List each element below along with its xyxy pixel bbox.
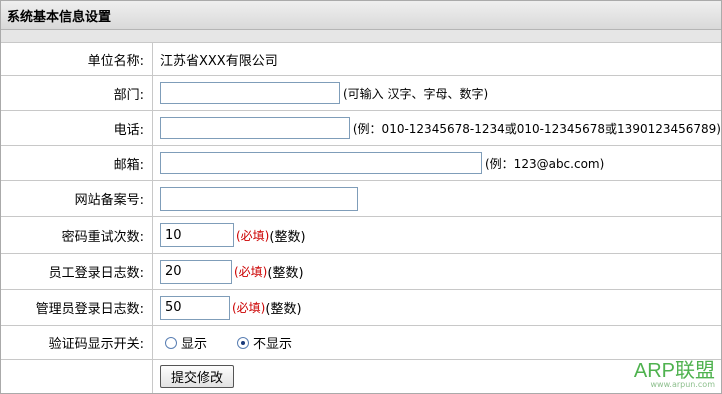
admin-log-type: (整数) — [265, 302, 302, 317]
captcha-label: 验证码显示开关: — [48, 337, 144, 352]
phone-input[interactable] — [160, 117, 350, 139]
admin-log-input[interactable] — [160, 295, 230, 320]
page-title: 系统基本信息设置 — [7, 10, 112, 25]
company-label: 单位名称: — [87, 53, 144, 69]
pwd-retry-row: 密码重试次数: (必填) (整数) — [1, 217, 721, 254]
header-divider — [1, 30, 721, 43]
captcha-row: 验证码显示开关: 显示 不显示 — [1, 326, 721, 360]
pwd-retry-input[interactable] — [160, 223, 234, 247]
dept-row: 部门: (可输入 汉字、字母、数字) — [1, 76, 721, 111]
captcha-show-radio[interactable]: 显示 — [165, 333, 207, 352]
submit-row: 提交修改 — [1, 360, 721, 393]
emp-log-type: (整数) — [267, 266, 304, 281]
panel-header: 系统基本信息设置 — [1, 1, 721, 30]
icp-row: 网站备案号: — [1, 181, 721, 217]
admin-log-label: 管理员登录日志数: — [35, 302, 144, 317]
captcha-hide-label: 不显示 — [253, 337, 293, 352]
emp-log-label: 员工登录日志数: — [48, 266, 144, 281]
dept-input[interactable] — [160, 82, 340, 104]
dept-hint: (可输入 汉字、字母、数字) — [343, 86, 489, 101]
admin-log-required: (必填) — [232, 301, 266, 315]
dept-label: 部门: — [113, 87, 144, 103]
emp-log-required: (必填) — [234, 265, 268, 279]
captcha-hide-radio[interactable]: 不显示 — [237, 333, 292, 352]
icp-input[interactable] — [160, 186, 358, 211]
watermark-logo: ARP联盟 — [633, 360, 715, 382]
email-hint: (例：123@abc.com) — [485, 156, 605, 171]
settings-panel: 系统基本信息设置 单位名称: 江苏省XXX有限公司 部门: (可输入 汉字、字母… — [0, 0, 722, 394]
pwd-retry-required: (必填) — [236, 228, 270, 243]
company-row: 单位名称: 江苏省XXX有限公司 — [1, 43, 721, 76]
phone-label: 电话: — [113, 122, 144, 138]
submit-button[interactable]: 提交修改 — [160, 365, 235, 388]
email-row: 邮箱: (例：123@abc.com) — [1, 146, 721, 181]
pwd-retry-type: (整数) — [269, 229, 306, 245]
email-input[interactable] — [160, 152, 482, 174]
emp-log-row: 员工登录日志数: (必填) (整数) — [1, 254, 721, 290]
phone-row: 电话: (例：010-12345678-1234或010-12345678或13… — [1, 111, 721, 146]
pwd-retry-label: 密码重试次数: — [61, 229, 144, 245]
radio-hide-circle[interactable] — [237, 336, 250, 349]
watermark: ARP联盟 www.arpun.com — [634, 354, 715, 389]
email-label: 邮箱: — [113, 157, 144, 173]
icp-label: 网站备案号: — [74, 193, 144, 208]
emp-log-input[interactable] — [160, 259, 232, 284]
radio-show-circle[interactable] — [165, 336, 177, 349]
company-value: 江苏省XXX有限公司 — [160, 53, 278, 69]
phone-hint: (例：010-12345678-1234或010-12345678或139012… — [352, 121, 721, 136]
admin-log-row: 管理员登录日志数: (必填) (整数) — [1, 290, 721, 326]
captcha-show-label: 显示 — [181, 337, 208, 352]
